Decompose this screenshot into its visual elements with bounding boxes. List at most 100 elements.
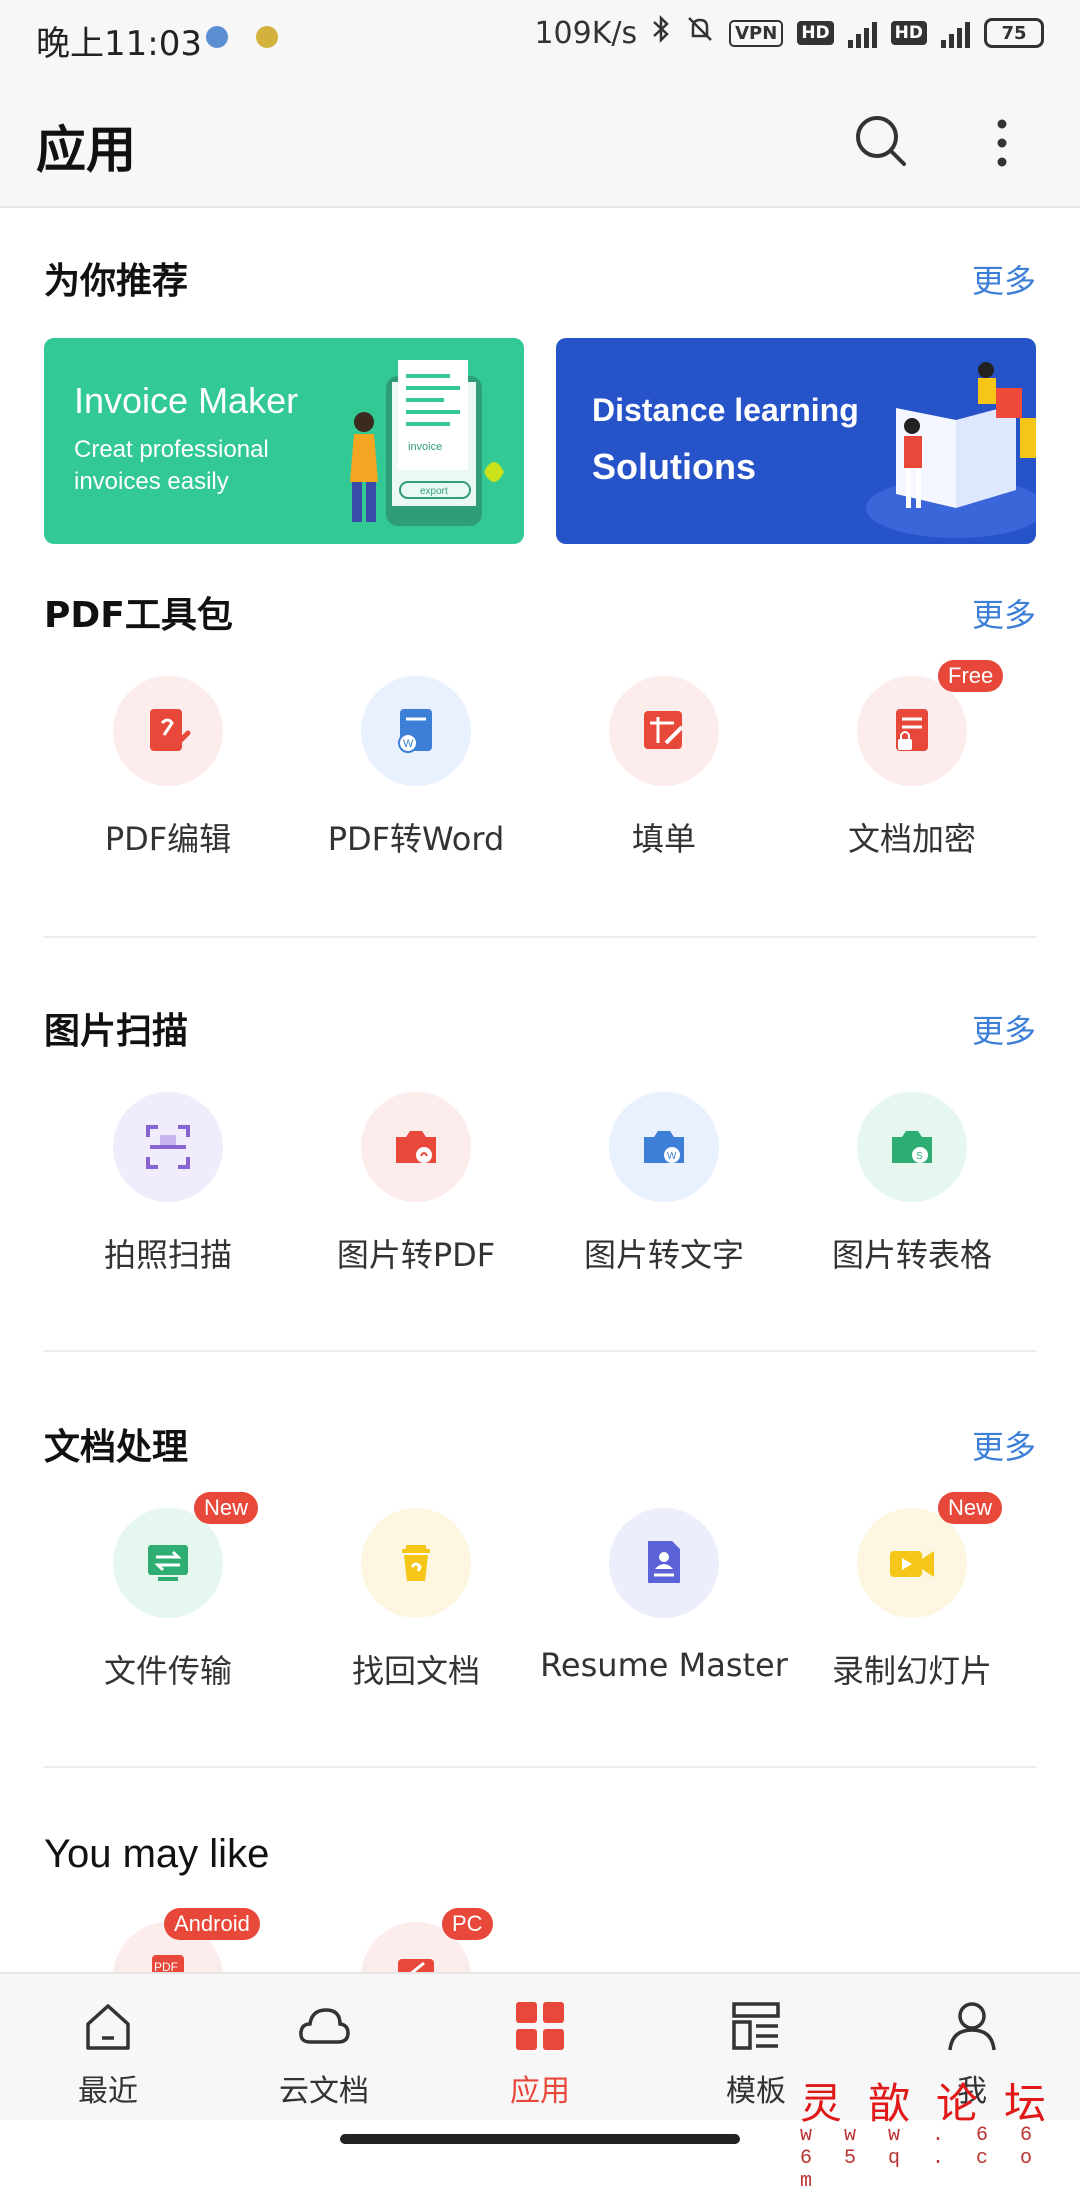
vpn-icon: VPN xyxy=(729,19,784,47)
network-speed: 109K/s xyxy=(534,15,638,51)
doc-encrypt-tool[interactable]: Free 文档加密 xyxy=(788,660,1036,896)
tool-label: 图片转表格 xyxy=(831,1236,992,1274)
tool-label: 填单 xyxy=(631,820,696,858)
status-bar: 晚上11:03 109K/s VPN HD HD 75 xyxy=(0,0,1080,76)
nav-item-recent[interactable]: 最近 xyxy=(0,1974,216,2122)
you-may-like-item[interactable] xyxy=(292,1922,540,1972)
nav-item-cloud-docs[interactable]: 云文档 xyxy=(216,1974,432,2122)
svg-text:W: W xyxy=(403,738,414,750)
new-badge: New xyxy=(194,1492,259,1524)
invoice-maker-banner[interactable]: Invoice Maker Creat professional invoice… xyxy=(44,338,524,544)
image-to-pdf-tool[interactable]: 图片转PDF xyxy=(292,1092,540,1312)
app-header: 应用 xyxy=(0,76,1080,208)
user-icon xyxy=(948,2002,996,2051)
pdf-tools-more-link[interactable]: 更多 xyxy=(972,590,1036,636)
doc-encrypt-icon xyxy=(857,676,967,786)
fill-form-tool[interactable]: 填单 xyxy=(540,676,788,896)
scan-frame-icon xyxy=(113,1092,223,1202)
learning-illustration xyxy=(866,362,1036,538)
nav-label: 云文档 xyxy=(279,2074,369,2109)
camera-word-icon: W xyxy=(609,1092,719,1202)
banner-subtitle: invoices easily xyxy=(74,468,229,495)
android-badge: Android xyxy=(164,1908,260,1940)
tool-label: 录制幻灯片 xyxy=(831,1652,992,1690)
search-icon[interactable] xyxy=(852,112,912,172)
file-transfer-tool[interactable]: New 文件传输 xyxy=(44,1492,292,1728)
tool-label: 图片转文字 xyxy=(583,1236,744,1274)
pdf-edit-icon xyxy=(113,676,223,786)
cloud-icon xyxy=(299,2008,350,2044)
pdf-tools-grid: PDF编辑 W PDF转Word 填单 Free 文档加密 xyxy=(44,660,1036,896)
signal-icon xyxy=(847,18,877,48)
tool-label: 文件传输 xyxy=(103,1652,232,1690)
hd-icon: HD xyxy=(797,21,834,45)
svg-text:S: S xyxy=(916,1151,923,1162)
watermark-text: 灵歆论坛 xyxy=(800,2079,1073,2128)
template-icon xyxy=(732,2002,780,2050)
recommend-more-link[interactable]: 更多 xyxy=(972,256,1036,302)
tool-label: 拍照扫描 xyxy=(103,1236,232,1274)
bluetooth-icon xyxy=(651,14,671,52)
section-title-image-scan: 图片扫描 xyxy=(44,1011,189,1052)
recycle-bin-icon xyxy=(361,1508,471,1618)
tool-label: 图片转PDF xyxy=(336,1236,496,1274)
status-icons: 109K/s VPN HD HD 75 xyxy=(534,14,1044,52)
invoice-doc-label: invoice xyxy=(408,441,442,453)
banner-title: Distance learning xyxy=(592,392,859,428)
tool-label: 文档加密 xyxy=(847,820,976,858)
status-time: 晚上11:03 xyxy=(36,24,202,64)
banner-subtitle: Solutions xyxy=(592,446,756,487)
image-to-text-tool[interactable]: W 图片转文字 xyxy=(540,1092,788,1312)
section-title-recommend: 为你推荐 xyxy=(44,261,189,302)
doc-processing-more-link[interactable]: 更多 xyxy=(972,1422,1036,1468)
invoice-illustration: invoice export xyxy=(350,360,504,526)
distance-learning-banner[interactable]: Distance learning Solutions xyxy=(556,338,1036,544)
photo-scan-tool[interactable]: 拍照扫描 xyxy=(44,1092,292,1312)
more-options-icon[interactable] xyxy=(982,116,1022,170)
notification-app-icon xyxy=(206,26,228,48)
svg-text:W: W xyxy=(667,1151,677,1162)
apps-grid-icon xyxy=(516,2002,564,2050)
hd-icon: HD xyxy=(890,21,927,45)
pc-badge: PC xyxy=(442,1908,493,1940)
pdf-edit-tool[interactable]: PDF编辑 xyxy=(44,676,292,896)
notification-app-icon xyxy=(256,26,278,48)
banner-subtitle: Creat professional xyxy=(74,436,269,463)
export-button-label: export xyxy=(420,486,448,497)
section-title-pdf-tools: PDF工具包 xyxy=(44,595,233,636)
file-transfer-icon xyxy=(113,1508,223,1618)
pdf-to-word-icon: W xyxy=(361,676,471,786)
image-scan-grid: 拍照扫描 图片转PDF W 图片转文字 S 图片转表格 xyxy=(44,1092,1036,1312)
tool-label: PDF转Word xyxy=(327,820,505,858)
pdf-to-word-tool[interactable]: W PDF转Word xyxy=(292,676,540,896)
camera-pdf-icon xyxy=(361,1092,471,1202)
section-divider xyxy=(44,1766,1036,1768)
page-title: 应用 xyxy=(36,121,136,179)
nav-label: 应用 xyxy=(510,2074,570,2109)
free-badge: Free xyxy=(938,660,1004,692)
recover-doc-tool[interactable]: 找回文档 xyxy=(292,1508,540,1728)
banner-title: Invoice Maker xyxy=(74,380,299,421)
doc-processing-grid: New 文件传输 找回文档 Resume Master New 录制幻灯片 xyxy=(44,1492,1036,1728)
signal-icon xyxy=(941,18,970,48)
watermark-url: w w w . 6 6 6 5 q . c o m xyxy=(800,2124,1043,2193)
image-to-table-tool[interactable]: S 图片转表格 xyxy=(788,1092,1036,1312)
section-divider xyxy=(44,936,1036,938)
resume-master-tool[interactable]: Resume Master xyxy=(540,1508,788,1728)
battery-icon: 75 xyxy=(984,18,1044,48)
nav-label: 最近 xyxy=(78,2074,138,2109)
fill-form-icon xyxy=(609,676,719,786)
tool-label: 找回文档 xyxy=(351,1652,480,1690)
record-slides-tool[interactable]: New 录制幻灯片 xyxy=(788,1492,1036,1728)
gesture-bar[interactable] xyxy=(340,2134,740,2144)
home-icon xyxy=(86,2004,130,2050)
camera-sheet-icon: S xyxy=(857,1092,967,1202)
section-title-doc-processing: 文档处理 xyxy=(44,1427,189,1468)
section-title-you-may-like: You may like xyxy=(44,1832,270,1876)
section-divider xyxy=(44,1350,1036,1352)
tool-label: Resume Master xyxy=(540,1646,788,1684)
mute-bell-icon xyxy=(685,14,715,52)
nav-item-apps[interactable]: 应用 xyxy=(432,1974,648,2122)
image-scan-more-link[interactable]: 更多 xyxy=(972,1006,1036,1052)
video-camera-icon xyxy=(857,1508,967,1618)
